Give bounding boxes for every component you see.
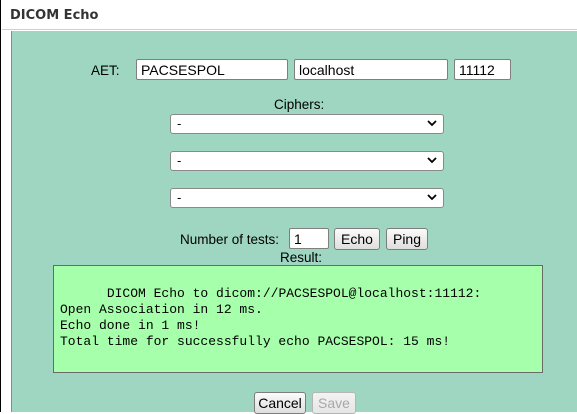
chevron-down-icon [427, 117, 437, 133]
cipher-select-3-value: - [177, 190, 182, 205]
window-title: DICOM Echo [10, 8, 99, 23]
cancel-button[interactable]: Cancel [254, 392, 306, 414]
aet-label: AET: [91, 63, 120, 78]
port-input[interactable] [454, 59, 511, 80]
aet-input[interactable] [136, 59, 288, 80]
cipher-select-2-value: - [177, 153, 182, 168]
save-button[interactable]: Save [312, 392, 356, 414]
chevron-down-icon [427, 154, 437, 170]
echo-button[interactable]: Echo [334, 228, 380, 250]
ping-button[interactable]: Ping [386, 228, 428, 250]
cipher-select-3[interactable]: - [170, 188, 444, 208]
result-textarea[interactable]: DICOM Echo to dicom://PACSESPOL@localhos… [53, 265, 543, 373]
dicom-echo-dialog: DICOM Echo AET: Ciphers: - - - Number of… [0, 0, 577, 414]
number-of-tests-input[interactable] [289, 228, 329, 249]
ciphers-label: Ciphers: [274, 97, 325, 112]
cipher-select-1-value: - [177, 116, 182, 131]
cipher-select-1[interactable]: - [170, 114, 444, 134]
echo-form-panel: AET: Ciphers: - - - Number of tests: Ech… [11, 31, 577, 414]
host-input[interactable] [294, 59, 448, 80]
chevron-down-icon [427, 191, 437, 207]
resize-grip-icon[interactable] [531, 361, 540, 370]
result-text: DICOM Echo to dicom://PACSESPOL@localhos… [60, 286, 482, 349]
result-label: Result: [280, 250, 323, 265]
cipher-select-2[interactable]: - [170, 151, 444, 171]
title-bar[interactable]: DICOM Echo [2, 0, 577, 30]
number-of-tests-label: Number of tests: [180, 232, 280, 247]
